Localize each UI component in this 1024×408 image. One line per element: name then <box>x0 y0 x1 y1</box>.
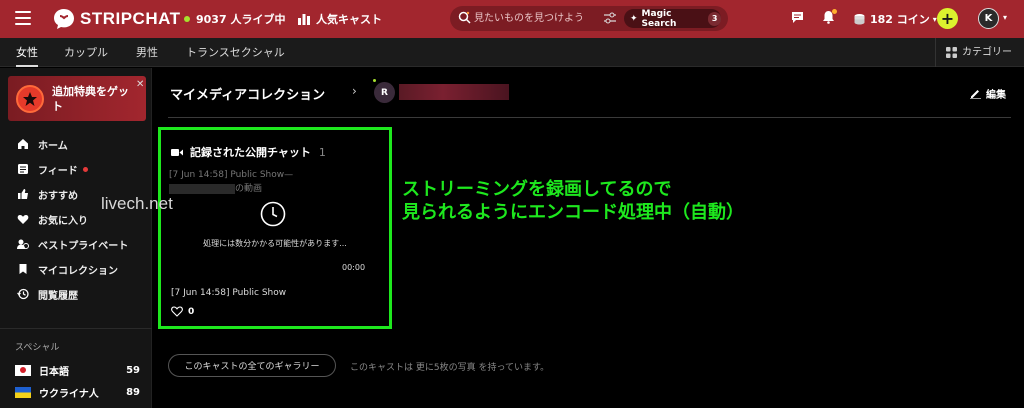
edit-button[interactable]: 編集 <box>970 86 1006 101</box>
heart-icon <box>17 215 29 224</box>
all-galleries-button[interactable]: このキャストの全てのギャラリー <box>168 354 336 377</box>
tab-men[interactable]: 男性 <box>136 38 158 67</box>
promo-banner[interactable]: 追加特典をゲット ✕ <box>8 76 146 121</box>
thumbs-up-icon <box>18 189 28 199</box>
bookmark-icon <box>19 264 27 274</box>
coins-balance[interactable]: 182 コイン ▾ <box>853 11 937 27</box>
online-dot-icon <box>373 79 376 82</box>
sidebar: 追加特典をゲット ✕ ホーム フィード おすすめ お気に入り ベストプライベート… <box>0 68 152 408</box>
messages-icon[interactable] <box>791 11 804 24</box>
grid-icon <box>298 14 310 25</box>
user-avatar[interactable]: K <box>978 8 999 29</box>
special-heading: スペシャル <box>15 343 60 353</box>
redacted-name <box>169 183 235 194</box>
processing-message: 処理には数分かかる可能性があります... <box>203 239 347 248</box>
heart-outline-icon <box>171 306 183 317</box>
history-icon <box>17 288 29 300</box>
sidebar-item-home[interactable]: ホーム <box>17 136 68 152</box>
popular-casts-link[interactable]: 人気キャスト <box>298 11 382 27</box>
pencil-icon <box>970 90 981 99</box>
categories-button[interactable]: カテゴリー <box>935 38 1012 67</box>
sidebar-item-japanese[interactable]: 日本語 59 <box>15 362 140 378</box>
sidebar-divider <box>0 328 152 329</box>
search-box[interactable]: ✦ Magic Search 3 <box>450 6 728 31</box>
tab-trans[interactable]: トランスセクシャル <box>186 38 285 67</box>
video-camera-icon <box>171 148 183 156</box>
live-dot-icon <box>184 16 190 22</box>
country-count: 59 <box>126 364 140 376</box>
feed-icon <box>18 164 28 174</box>
sidebar-item-favorites[interactable]: お気に入り <box>17 211 88 227</box>
ukraine-flag-icon <box>15 386 31 398</box>
video-title: [7 Jun 14:58] Public Show <box>171 288 287 298</box>
gallery-note: このキャストは 更に5枚の写真 を持っています。 <box>350 363 550 373</box>
chevron-right-icon: › <box>352 84 357 98</box>
annotation-text: ストリーミングを録画してるので 見られるようにエンコード処理中（自動） <box>402 179 744 223</box>
magic-search-button[interactable]: ✦ Magic Search 3 <box>624 9 721 29</box>
sparkle-icon: ✦ <box>630 13 638 24</box>
star-icon <box>16 85 44 113</box>
sidebar-item-my-collection[interactable]: マイコレクション <box>17 261 118 277</box>
video-alt-text: [7 Jun 14:58] Public Show— の動画 <box>169 170 294 194</box>
redacted-username <box>399 84 509 100</box>
categories-icon <box>946 47 957 58</box>
sidebar-item-feed[interactable]: フィード <box>17 161 88 177</box>
top-bar: STRIPCHAT 9037 人ライブ中 人気キャスト ✦ Magic Sear… <box>0 0 1024 38</box>
sidebar-item-history[interactable]: 閲覧履歴 <box>17 286 78 302</box>
sidebar-item-ukrainian[interactable]: ウクライナ人 89 <box>15 384 140 400</box>
clock-icon <box>260 201 286 227</box>
recorded-chat-card[interactable]: 記録された公開チャット 1 [7 Jun 14:58] Public Show—… <box>158 127 392 329</box>
live-count[interactable]: 9037 人ライブ中 <box>184 11 285 27</box>
promo-text: 追加特典をゲット <box>52 85 129 113</box>
search-input[interactable] <box>474 6 614 31</box>
coins-icon <box>854 13 865 24</box>
logo[interactable]: STRIPCHAT <box>52 7 181 31</box>
tab-couples[interactable]: カップル <box>64 38 108 67</box>
menu-icon[interactable] <box>15 11 31 25</box>
new-dot-icon <box>82 166 88 172</box>
logo-icon <box>54 9 74 29</box>
category-bar: 女性 カップル 男性 トランスセクシャル カテゴリー <box>0 38 1024 67</box>
sidebar-item-best-private[interactable]: ベストプライベート <box>17 236 128 252</box>
tab-women[interactable]: 女性 <box>16 38 38 67</box>
chevron-down-icon[interactable]: ▾ <box>1003 13 1007 22</box>
japan-flag-icon <box>15 364 31 376</box>
card-count: 1 <box>318 145 326 159</box>
title-divider <box>168 117 1011 118</box>
country-count: 89 <box>126 386 140 398</box>
video-duration: 00:00 <box>342 263 366 272</box>
page-title: マイメディアコレクション <box>170 88 326 103</box>
filter-icon[interactable] <box>603 11 617 25</box>
private-icon <box>17 239 29 249</box>
close-icon[interactable]: ✕ <box>136 79 144 90</box>
sidebar-item-recommended[interactable]: おすすめ <box>17 186 78 202</box>
home-icon <box>18 139 28 149</box>
model-avatar[interactable]: R <box>374 82 395 103</box>
watermark: livech.net <box>101 194 173 213</box>
magic-search-badge: 3 <box>708 11 721 26</box>
card-heading: 記録された公開チャット 1 <box>171 144 326 160</box>
add-coins-button[interactable]: + <box>937 8 958 29</box>
search-icon <box>458 11 471 24</box>
logo-text: STRIPCHAT <box>80 9 181 28</box>
like-button[interactable]: 0 <box>171 306 194 317</box>
notification-dot-icon <box>832 9 837 14</box>
